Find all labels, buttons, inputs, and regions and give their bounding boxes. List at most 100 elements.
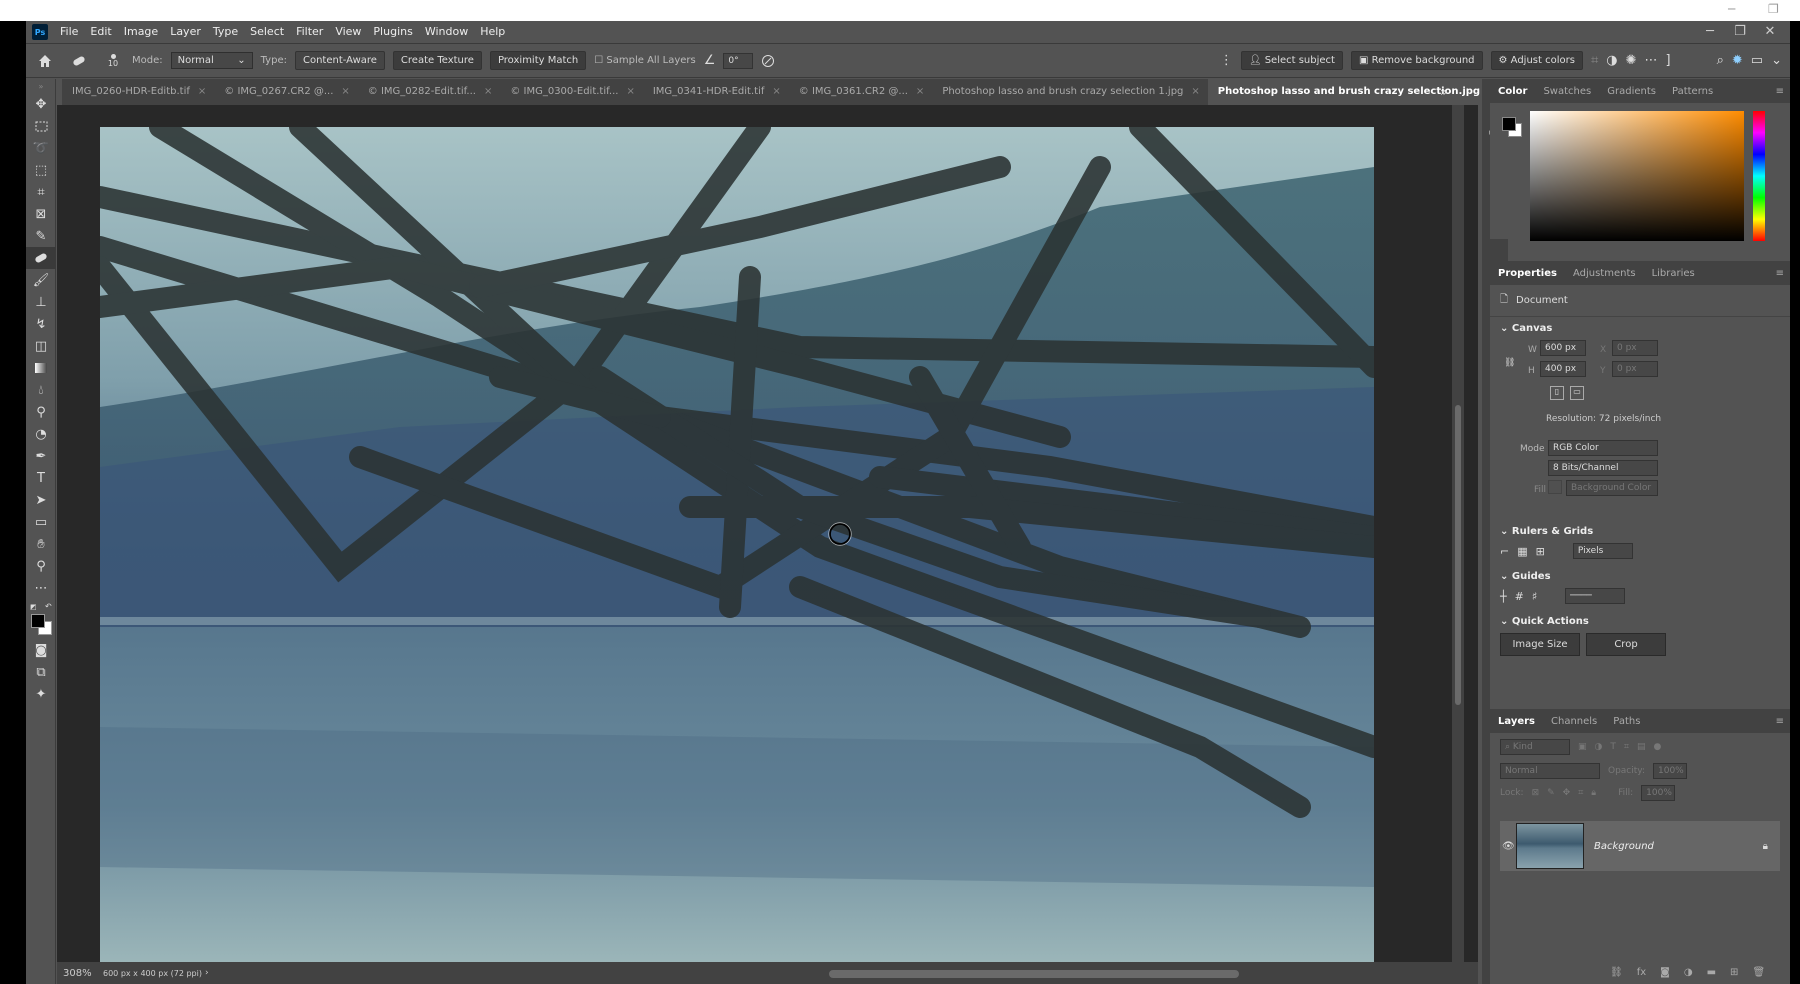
canvas-section-header[interactable]: ⌄ Canvas — [1490, 317, 1790, 340]
guide-icon[interactable]: ┼ — [1500, 590, 1507, 603]
tab-crazy-selection-1[interactable]: Photoshop lasso and brush crazy selectio… — [932, 79, 1207, 105]
filter-toggle-icon[interactable]: ● — [1653, 742, 1661, 752]
edit-toolbar-icon[interactable]: ⋯ — [26, 577, 56, 599]
close-icon[interactable]: × — [198, 79, 206, 105]
tab-gradients[interactable]: Gradients — [1599, 86, 1664, 97]
proximity-match-button[interactable]: Proximity Match — [489, 51, 587, 70]
type-filter-icon[interactable]: T — [1610, 742, 1616, 752]
tab-swatches[interactable]: Swatches — [1535, 86, 1599, 97]
horizontal-scroll-thumb[interactable] — [828, 970, 1239, 978]
adjustment-layer-icon[interactable]: ◑ — [1684, 967, 1693, 978]
smart-object-filter-icon[interactable]: ▤ — [1637, 742, 1646, 752]
quick-actions-header[interactable]: ⌄ Quick Actions — [1490, 610, 1790, 633]
clone-stamp-tool-icon[interactable]: ⊥ — [26, 291, 56, 313]
history-brush-tool-icon[interactable]: ↯ — [26, 313, 56, 335]
spot-healing-brush-preset-icon[interactable] — [64, 54, 94, 68]
crop-tool-icon[interactable]: ⌗ — [26, 181, 56, 203]
workspace-icon[interactable]: ▭ — [1751, 53, 1763, 68]
pixel-grid-icon[interactable]: ⊞ — [1536, 545, 1545, 558]
color-swatches[interactable]: ◩ ↶ — [26, 599, 55, 639]
guide-style-select[interactable]: ──── — [1565, 588, 1626, 604]
close-icon[interactable]: × — [1191, 79, 1199, 105]
more-horizontal-icon[interactable]: ⋯ — [1645, 53, 1658, 68]
menu-file[interactable]: File — [54, 21, 84, 43]
eraser-tool-icon[interactable]: ◫ — [26, 335, 56, 357]
menu-edit[interactable]: Edit — [84, 21, 117, 43]
portrait-orientation-icon[interactable]: ▯ — [1550, 386, 1564, 400]
move-tool-icon[interactable]: ✥ — [26, 93, 56, 115]
grid-icon[interactable]: ▦ — [1517, 545, 1527, 558]
guides-header[interactable]: ⌄ Guides — [1490, 565, 1790, 588]
hue-slider[interactable] — [1753, 111, 1765, 241]
tab-img-0260[interactable]: IMG_0260-HDR-Editb.tif × — [62, 79, 214, 105]
swap-colors-icon[interactable]: ↶ — [45, 602, 52, 611]
lock-artboard-icon[interactable]: ⌗ — [1578, 788, 1583, 798]
lasso-tool-icon[interactable]: ➰ — [26, 137, 56, 159]
blur-tool-icon[interactable]: 💧︎ — [26, 379, 56, 401]
ruler-icon[interactable]: ⌐ — [1500, 545, 1509, 558]
lock-transparent-icon[interactable]: ⊠ — [1532, 788, 1540, 798]
rulers-grids-header[interactable]: ⌄ Rulers & Grids — [1490, 520, 1790, 543]
discover-lightbulb-icon[interactable]: ✹ — [1732, 53, 1743, 68]
content-aware-button[interactable]: Content-Aware — [294, 51, 385, 70]
menu-view[interactable]: View — [329, 21, 367, 43]
bit-depth-select[interactable]: 8 Bits/Channel — [1548, 460, 1658, 476]
rectangular-marquee-tool-icon[interactable] — [26, 115, 56, 137]
tab-img-0341[interactable]: IMG_0341-HDR-Edit.tif × — [643, 79, 789, 105]
app-restore-button[interactable]: ❐ — [1726, 21, 1754, 43]
pen-tool-icon[interactable]: ✒ — [26, 445, 56, 467]
collapse-toolbar-icon[interactable]: » — [26, 79, 56, 93]
add-mask-icon[interactable]: ◙ — [1660, 967, 1670, 978]
mode-select[interactable]: RGB Color — [1548, 440, 1658, 456]
close-icon[interactable]: × — [484, 79, 492, 105]
rectangle-tool-icon[interactable]: ▭ — [26, 511, 56, 533]
menu-select[interactable]: Select — [244, 21, 290, 43]
menu-layer[interactable]: Layer — [164, 21, 207, 43]
menu-window[interactable]: Window — [419, 21, 474, 43]
tab-paths[interactable]: Paths — [1605, 716, 1648, 727]
fx-icon[interactable]: fx — [1637, 967, 1646, 978]
layer-name[interactable]: Background — [1594, 841, 1654, 852]
pixel-filter-icon[interactable]: ▣ — [1578, 742, 1587, 752]
layer-row-background[interactable]: 👁︎ Background 🔒︎ — [1500, 821, 1780, 871]
units-select[interactable]: Pixels — [1572, 543, 1633, 559]
menu-help[interactable]: Help — [474, 21, 511, 43]
tabs-overflow-icon[interactable]: » — [1440, 85, 1447, 99]
minimize-button[interactable]: ─ — [1728, 2, 1735, 16]
width-field[interactable]: 600 px — [1540, 340, 1586, 356]
vertical-scroll-thumb[interactable] — [1455, 405, 1461, 705]
mode-select[interactable]: Normal ⌄ — [170, 52, 253, 69]
app-minimize-button[interactable]: ─ — [1696, 21, 1724, 43]
trash-icon[interactable]: 🗑︎ — [1752, 967, 1765, 978]
sample-all-layers-checkbox[interactable]: ☐ Sample All Layers — [594, 55, 696, 66]
link-layers-icon[interactable]: ⛓ — [1610, 967, 1623, 978]
kind-filter[interactable]: ⌕ Kind — [1500, 739, 1570, 755]
foreground-color-swatch[interactable] — [31, 614, 45, 628]
link-icon[interactable]: ⛓ — [1504, 358, 1515, 368]
tab-libraries[interactable]: Libraries — [1644, 268, 1703, 279]
new-group-icon[interactable]: ▬ — [1707, 967, 1716, 978]
vertical-scrollbar[interactable] — [1452, 105, 1464, 975]
panel-menu-icon[interactable]: ≡ — [1776, 86, 1790, 97]
document-canvas[interactable] — [100, 127, 1374, 975]
more-options-vertical-icon[interactable]: ⋮ — [1220, 53, 1233, 68]
default-colors-icon[interactable]: ◩ — [30, 603, 37, 611]
adjustment-filter-icon[interactable]: ◑ — [1595, 742, 1603, 752]
panel-menu-icon[interactable]: ≡ — [1776, 268, 1790, 279]
zoom-level[interactable]: 308% — [57, 968, 95, 979]
crop-button[interactable]: Crop — [1586, 633, 1666, 656]
remove-background-button[interactable]: ▣ Remove background — [1350, 51, 1483, 70]
adjust-colors-button[interactable]: ⚙ Adjust colors — [1490, 51, 1583, 70]
path-selection-tool-icon[interactable]: ➤ — [26, 489, 56, 511]
color-panel-foreground-swatch[interactable] — [1502, 117, 1516, 131]
close-icon[interactable]: × — [916, 79, 924, 105]
angle-field[interactable]: 0° — [723, 52, 754, 69]
screen-mode-icon[interactable]: ⧉ — [26, 661, 56, 683]
generative-fill-icon[interactable]: ⌗ — [1591, 53, 1598, 68]
smart-guides-icon[interactable]: ♯ — [1532, 590, 1537, 603]
guide-layout-icon[interactable]: # — [1515, 590, 1524, 603]
tab-img-0300[interactable]: © IMG_0300-Edit.tif... × — [500, 79, 643, 105]
zoom-tool-icon[interactable]: ⚲ — [26, 555, 56, 577]
pressure-brush-icon[interactable] — [761, 54, 775, 68]
brush-size-picker[interactable]: 10 — [102, 53, 124, 68]
